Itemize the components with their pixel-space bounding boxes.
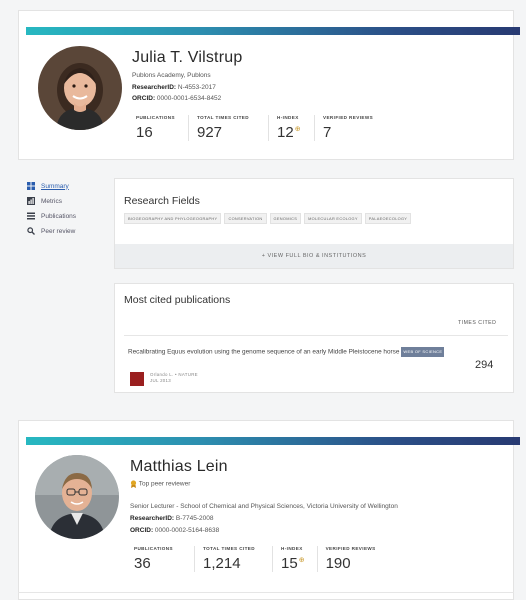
metric-label: VERIFIED REVIEWS <box>323 115 374 120</box>
divider <box>124 335 508 336</box>
researcher-id-value[interactable]: N-4553-2017 <box>178 84 216 91</box>
researcher-id: ResearcherID: N-4553-2017 <box>132 84 216 91</box>
metric-publications[interactable]: PUBLICATIONS 16 <box>132 115 188 141</box>
times-cited-header: TIMES CITED <box>458 320 497 326</box>
orcid-value[interactable]: 0000-0002-5164-8638 <box>155 527 219 534</box>
sidenav-label: Metrics <box>41 197 62 205</box>
metric-label: VERIFIED REVIEWS <box>325 546 376 551</box>
metric-label: H-INDEX <box>277 115 299 120</box>
publication-date: JUL 2013 <box>150 378 172 383</box>
info-icon[interactable]: ⊕ <box>295 126 301 133</box>
orcid: ORCID: 0000-0002-5164-8638 <box>130 527 219 534</box>
researcher-name: Julia T. Vilstrup <box>132 49 243 66</box>
profile-banner-2 <box>26 437 520 445</box>
avatar <box>38 46 122 130</box>
research-tag[interactable]: PALAEOECOLOGY <box>364 213 412 224</box>
sidenav-item-summary[interactable]: Summary <box>27 180 107 192</box>
profile-sidenav: Summary Metrics Publications Peer review <box>27 180 107 240</box>
publications-icon <box>27 212 35 220</box>
metric-publications[interactable]: PUBLICATIONS 36 <box>130 546 194 572</box>
most-cited-title: Most cited publications <box>124 294 231 306</box>
metric-label: TOTAL TIMES CITED <box>197 115 249 120</box>
affiliation: Senior Lecturer - School of Chemical and… <box>130 503 398 510</box>
metric-h-index[interactable]: H-INDEX 12⊕ <box>268 115 314 141</box>
researcher-id: ResearcherID: B-7745-2008 <box>130 515 213 522</box>
orcid-value[interactable]: 0000-0001-6534-8452 <box>157 95 221 102</box>
metric-h-index[interactable]: H-INDEX 15⊕ <box>272 546 317 572</box>
sidenav-label: Summary <box>41 182 69 190</box>
metric-value: 1,214 <box>203 555 241 572</box>
metric-label: TOTAL TIMES CITED <box>203 546 255 551</box>
journal-info: Orlando L. • NATURE JUL 2013 <box>150 372 198 384</box>
profile-banner-1 <box>26 27 520 35</box>
info-icon[interactable]: ⊕ <box>299 557 305 564</box>
times-cited-count: 294 <box>475 359 494 371</box>
sidenav-label: Publications <box>41 212 77 220</box>
research-tags: BIOGEOGRAPHY AND PHYLOGEOGRAPHY CONSERVA… <box>124 213 412 224</box>
metric-value: 12⊕ <box>277 124 301 141</box>
avatar <box>35 455 119 539</box>
journal-logo <box>130 372 144 386</box>
sidenav-item-publications[interactable]: Publications <box>27 210 107 222</box>
metrics-row: PUBLICATIONS 36 TOTAL TIMES CITED 1,214 … <box>130 546 388 572</box>
metric-label: PUBLICATIONS <box>136 115 175 120</box>
metric-times-cited[interactable]: TOTAL TIMES CITED 1,214 <box>194 546 272 572</box>
research-tag[interactable]: GENOMICS <box>269 213 302 224</box>
metric-value: 16 <box>136 124 153 141</box>
metric-value: 36 <box>134 555 151 572</box>
metric-label: PUBLICATIONS <box>134 546 173 551</box>
research-tag[interactable]: CONSERVATION <box>224 213 267 224</box>
metric-value: 927 <box>197 124 223 141</box>
researcher-name: Matthias Lein <box>130 458 228 475</box>
metrics-row: PUBLICATIONS 16 TOTAL TIMES CITED 927 H-… <box>132 115 385 141</box>
metric-label: H-INDEX <box>281 546 303 551</box>
research-fields-title: Research Fields <box>124 195 200 207</box>
top-reviewer-badge: Top peer reviewer <box>130 480 190 488</box>
orcid: ORCID: 0000-0001-6534-8452 <box>132 95 221 102</box>
metric-times-cited[interactable]: TOTAL TIMES CITED 927 <box>188 115 268 141</box>
divider <box>18 592 514 593</box>
researcher-id-value[interactable]: B-7745-2008 <box>176 515 214 522</box>
researcher-id-label: ResearcherID: <box>130 515 175 522</box>
publication-title-text[interactable]: Recalibrating Equus evolution using the … <box>128 349 399 356</box>
research-tag[interactable]: MOLECULAR ECOLOGY <box>304 213 362 224</box>
orcid-label: ORCID: <box>130 527 154 534</box>
metric-value: 190 <box>325 555 351 572</box>
publication-title[interactable]: Recalibrating Equus evolution using the … <box>128 347 448 357</box>
sidenav-label: Peer review <box>41 227 76 235</box>
affiliation: Publons Academy, Publons <box>132 72 211 79</box>
metric-verified-reviews[interactable]: VERIFIED REVIEWS 7 <box>314 115 385 141</box>
search-icon <box>27 227 35 235</box>
badge-label: Top peer reviewer <box>138 480 191 488</box>
view-full-bio-button[interactable]: + VIEW FULL BIO & INSTITUTIONS <box>115 244 513 268</box>
metric-verified-reviews[interactable]: VERIFIED REVIEWS 190 <box>316 546 388 572</box>
metric-value: 15⊕ <box>281 555 305 572</box>
orcid-label: ORCID: <box>132 95 156 102</box>
sidenav-item-peer-review[interactable]: Peer review <box>27 225 107 237</box>
summary-icon <box>27 182 35 190</box>
award-icon <box>130 480 137 488</box>
researcher-id-label: ResearcherID: <box>132 84 177 91</box>
metric-value: 7 <box>323 124 332 141</box>
research-tag[interactable]: BIOGEOGRAPHY AND PHYLOGEOGRAPHY <box>124 213 222 224</box>
metrics-icon <box>27 197 35 205</box>
sidenav-item-metrics[interactable]: Metrics <box>27 195 107 207</box>
wos-badge[interactable]: WEB OF SCIENCE <box>401 347 445 357</box>
